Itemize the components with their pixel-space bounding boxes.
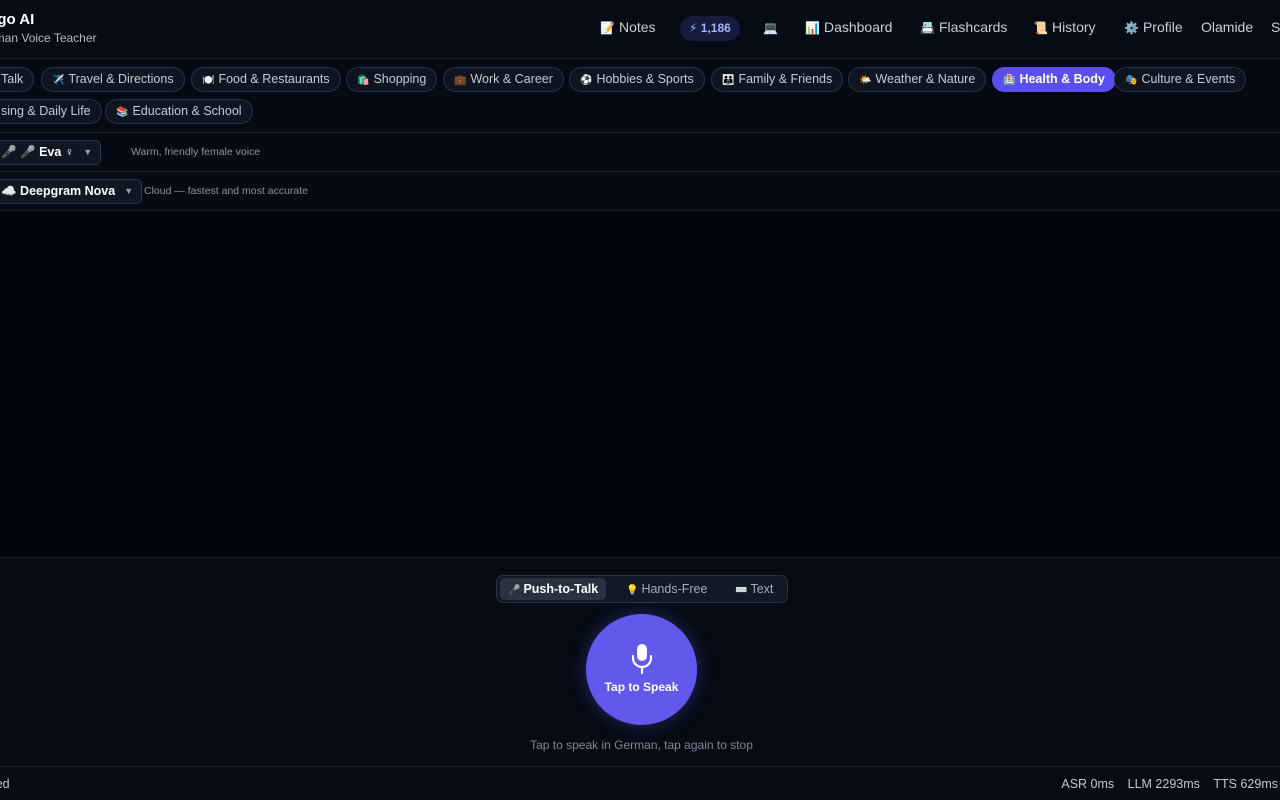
topic-label: Health & Body — [1019, 72, 1105, 86]
notes-icon: 📝 — [600, 21, 615, 35]
topic-chip[interactable]: 💼 Work & Career — [443, 67, 564, 92]
plate-icon: 🍽️ — [202, 75, 215, 86]
asr-row: ☁️ Deepgram Nova ▼ Cloud — fastest and m… — [0, 172, 1280, 211]
status-bar: cted ASR 0ms LLM 2293ms TTS 629ms — [0, 768, 1280, 800]
family-icon: 👪 — [722, 75, 735, 86]
microphone-icon: 🎤 — [508, 585, 521, 596]
asr-hint: Cloud — fastest and most accurate — [144, 185, 308, 197]
chevron-down-icon: ▼ — [83, 147, 93, 157]
latency-stats: ASR 0ms LLM 2293ms TTS 629ms — [1051, 777, 1278, 791]
topic-label: Shopping — [373, 72, 427, 86]
topic-chips: Talk ✈️ Travel & Directions 🍽️ Food & Rest… — [0, 59, 1280, 133]
asr-value: ☁️ Deepgram Nova — [1, 184, 116, 198]
tts-latency: TTS 629ms — [1213, 777, 1278, 791]
nav-history-label: History — [1051, 19, 1096, 35]
topic-label: Talk — [1, 72, 24, 86]
topic-chip-active[interactable]: 🏥 Health & Body — [992, 67, 1116, 92]
topic-chip[interactable]: 👪 Family & Friends — [711, 67, 844, 92]
topic-label: Weather & Nature — [875, 72, 976, 86]
topic-chip[interactable]: ⚽ Hobbies & Sports — [569, 67, 705, 92]
nav-profile[interactable]: ⚙️ Profile — [1124, 19, 1183, 35]
nav-notes-label: Notes — [618, 19, 656, 35]
mode-text[interactable]: ⌨️ Text — [727, 578, 781, 600]
lightning-icon: ⚡ — [689, 21, 698, 35]
llm-latency: LLM 2293ms — [1127, 777, 1200, 791]
xp-badge[interactable]: ⚡ 1,186 — [680, 16, 740, 41]
mode-label: Hands-Free — [641, 582, 708, 596]
topic-label: sing & Daily Life — [1, 104, 91, 118]
books-icon: 📚 — [116, 107, 129, 118]
asr-latency: ASR 0ms — [1061, 777, 1115, 791]
connection-status: cted — [0, 777, 10, 791]
sun-cloud-icon: 🌤️ — [859, 75, 872, 86]
microphone-icon — [631, 644, 653, 675]
theater-masks-icon: 🎭 — [1125, 75, 1138, 86]
keyboard-icon: ⌨️ — [735, 585, 748, 596]
laptop-icon: 💻 — [763, 21, 778, 35]
nav-profile-label: Profile — [1142, 19, 1183, 35]
nav-overflow[interactable]: S — [1271, 19, 1280, 35]
shopping-bag-icon: 🛍️ — [357, 75, 370, 86]
soccer-ball-icon: ⚽ — [580, 75, 593, 86]
topic-chip[interactable]: 🌤️ Weather & Nature — [848, 67, 987, 92]
nav-dashboard[interactable]: 📊 Dashboard — [805, 19, 892, 35]
nav-dashboard-label: Dashboard — [823, 19, 893, 35]
mode-toggle: 🎤 Push-to-Talk 💡 Hands-Free ⌨️ Text — [496, 575, 788, 603]
nav-flashcards-label: Flashcards — [938, 19, 1008, 35]
topic-label: Travel & Directions — [68, 72, 174, 86]
gear-icon: ⚙️ — [1124, 21, 1139, 35]
topic-label: Family & Friends — [738, 72, 833, 86]
conversation-area — [0, 211, 1280, 557]
nav-notes[interactable]: 📝 Notes — [600, 19, 656, 35]
topic-chip[interactable]: 🛍️ Shopping — [346, 67, 438, 92]
topic-chip[interactable]: 📚 Education & School — [105, 99, 253, 124]
speak-hint: Tap to speak in German, tap again to sto… — [530, 738, 753, 752]
topic-label: Work & Career — [470, 72, 553, 86]
top-header: ingo AI erman Voice Teacher 📝Notes ⚡ 1,1… — [0, 0, 1280, 59]
nav-flashcards[interactable]: 📇 Flashcards — [920, 19, 1007, 35]
topic-chip[interactable]: 🍽️ Food & Restaurants — [191, 67, 341, 92]
voice-value: 🎤 🎤 Eva ♀ — [1, 145, 75, 159]
topic-label: Hobbies & Sports — [596, 72, 694, 86]
flashcards-icon: 📇 — [920, 21, 935, 35]
nav-history[interactable]: 📜 History — [1033, 19, 1096, 35]
mode-label: Text — [750, 582, 774, 596]
topic-label: Education & School — [132, 104, 242, 118]
voice-row: 🎤 🎤 Eva ♀ ▼ Warm, friendly female voice — [0, 133, 1280, 172]
xp-count: 1,186 — [700, 21, 731, 35]
topic-label: Food & Restaurants — [218, 72, 330, 86]
tap-to-speak-button[interactable]: Tap to Speak — [586, 614, 697, 725]
nav-screen[interactable]: 💻 — [763, 19, 782, 35]
topic-chip[interactable]: 🎭 Culture & Events — [1114, 67, 1247, 92]
mode-push-to-talk[interactable]: 🎤 Push-to-Talk — [500, 578, 607, 600]
top-nav: 📝 Notes ⚡ 1,186 💻 📊 Dashboard 📇 Flashcards … — [0, 0, 1280, 59]
lightbulb-icon: 💡 — [626, 585, 639, 596]
mode-hands-free[interactable]: 💡 Hands-Free — [618, 578, 715, 600]
chevron-down-icon: ▼ — [124, 186, 134, 196]
asr-select[interactable]: ☁️ Deepgram Nova ▼ — [0, 179, 143, 204]
voice-select[interactable]: 🎤 🎤 Eva ♀ ▼ — [0, 140, 102, 165]
topic-chip[interactable]: sing & Daily Life — [0, 99, 102, 124]
voice-hint: Warm, friendly female voice — [131, 146, 261, 158]
input-panel: 🎤 Push-to-Talk 💡 Hands-Free ⌨️ Text Tap to … — [0, 557, 1280, 767]
user-name[interactable]: Olamide — [1201, 19, 1253, 35]
topic-chip[interactable]: Talk — [0, 67, 35, 92]
topic-chip[interactable]: ✈️ Travel & Directions — [41, 67, 185, 92]
speak-label: Tap to Speak — [604, 680, 679, 694]
scroll-icon: 📜 — [1033, 21, 1048, 35]
airplane-icon: ✈️ — [52, 75, 65, 86]
chart-icon: 📊 — [805, 21, 820, 35]
mode-label: Push-to-Talk — [523, 582, 599, 596]
topic-label: Culture & Events — [1141, 72, 1236, 86]
briefcase-icon: 💼 — [454, 75, 467, 86]
hospital-icon: 🏥 — [1003, 75, 1016, 86]
